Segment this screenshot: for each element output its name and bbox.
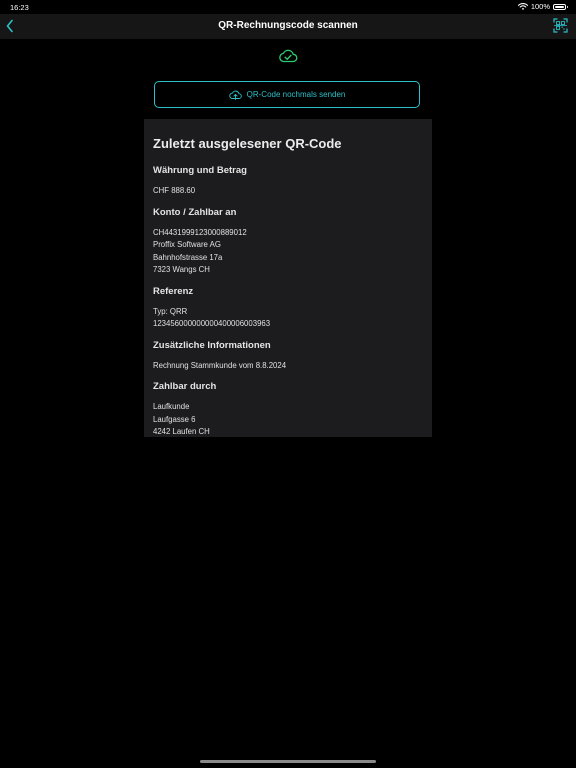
section-heading-account: Konto / Zahlbar an [153, 206, 237, 218]
creditor-city: 7323 Wangs CH [153, 265, 210, 274]
status-time: 16:23 [10, 3, 29, 12]
additional-info-text: Rechnung Stammkunde vom 8.8.2024 [153, 360, 287, 370]
battery-icon [553, 3, 568, 10]
resend-button-label: QR-Code nochmals senden [246, 90, 346, 99]
reference-type: Typ: QRR [153, 306, 188, 316]
section-currency-amount: CHF 888.60 [153, 185, 423, 198]
battery-percentage: 100% [530, 2, 550, 11]
scan-qr-button[interactable] [553, 18, 568, 33]
section-heading-currency-amount: Währung und Betrag [153, 165, 247, 176]
status-indicators: 100% [517, 2, 568, 11]
cloud-upload-icon [228, 90, 242, 100]
wifi-icon [517, 3, 528, 10]
cloud-check-icon [279, 49, 298, 63]
section-heading-additional-info: Zusätzliche Informationen [153, 339, 271, 351]
account-iban: CH4431999123000889012 [153, 227, 247, 237]
qr-scan-icon [553, 18, 568, 33]
section-heading-payable-by: Zahlbar durch [153, 381, 217, 392]
last-qr-code-card: Zuletzt ausgelesener QR-Code Währung und… [144, 119, 432, 437]
status-bar: 16:23 100% [0, 0, 576, 14]
section-account: CH4431999123000889012 Proffix Software A… [153, 227, 423, 277]
home-indicator[interactable] [200, 760, 376, 763]
page-title: QR-Rechnungscode scannen [218, 20, 358, 31]
battery-level [555, 5, 564, 8]
reference-number: 123456000000000400006003963 [153, 319, 271, 328]
creditor-name: Proffix Software AG [153, 240, 221, 249]
debtor-city: 4242 Laufen CH [153, 427, 210, 436]
section-heading-reference: Referenz [153, 285, 194, 297]
debtor-street: Laufgasse 6 [153, 414, 196, 424]
section-reference: Typ: QRR 123456000000000400006003963 [153, 306, 423, 331]
section-additional-info: Rechnung Stammkunde vom 8.8.2024 [153, 360, 423, 373]
navigation-bar: QR-Rechnungscode scannen [0, 14, 576, 39]
resend-qr-code-button[interactable]: QR-Code nochmals senden [154, 81, 420, 108]
section-payable-by: Laufkunde Laufgasse 6 4242 Laufen CH [153, 401, 423, 439]
creditor-street: Bahnhofstrasse 17a [153, 252, 223, 262]
card-title: Zuletzt ausgelesener QR-Code [153, 136, 342, 151]
debtor-name: Laufkunde [153, 402, 190, 411]
amount-value: CHF 888.60 [153, 186, 196, 195]
